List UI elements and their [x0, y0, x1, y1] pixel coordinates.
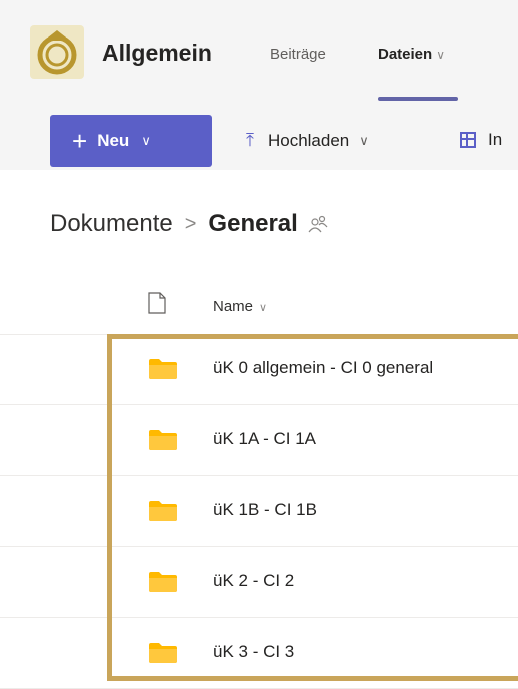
tab-posts[interactable]: Beiträge: [270, 46, 326, 63]
folder-icon: [149, 643, 177, 663]
column-header-name-label: Name: [213, 298, 254, 315]
chevron-down-icon: ∨: [359, 132, 369, 148]
breadcrumb-current: General: [208, 210, 298, 237]
list-item-name[interactable]: üK 3 - CI 3: [213, 642, 294, 662]
breadcrumb-root[interactable]: Dokumente: [50, 210, 173, 238]
list-header: Name ∨: [0, 278, 518, 335]
active-tab-indicator: [378, 97, 458, 101]
folder-icon: [149, 572, 177, 592]
new-button-label: Neu: [97, 131, 130, 150]
plus-icon: +: [72, 126, 88, 156]
upload-arrow-icon: ⤒: [246, 130, 254, 150]
table-grid-icon: [460, 132, 476, 148]
list-item-name[interactable]: üK 2 - CI 2: [213, 571, 294, 591]
upload-button[interactable]: ⤒ Hochladen ∨: [246, 130, 369, 151]
list-item[interactable]: üK 2 - CI 2: [0, 547, 518, 618]
integrate-button-label: In: [488, 130, 503, 149]
breadcrumb-separator: >: [184, 212, 197, 235]
command-bar: + Neu ∨ ⤒ Hochladen ∨ In: [0, 102, 518, 170]
tab-files[interactable]: Dateien ∨: [378, 46, 445, 63]
chevron-down-icon: ∨: [141, 133, 151, 148]
column-header-name[interactable]: Name ∨: [213, 298, 267, 315]
integrate-button[interactable]: In: [460, 130, 502, 150]
team-logo-ring-icon: [30, 25, 84, 79]
list-item[interactable]: üK 0 allgemein - CI 0 general: [0, 334, 518, 405]
chevron-down-icon[interactable]: ∨: [436, 48, 445, 62]
upload-button-label: Hochladen: [267, 130, 350, 150]
people-icon[interactable]: [308, 215, 328, 233]
new-button[interactable]: + Neu ∨: [50, 115, 212, 167]
list-item[interactable]: üK 3 - CI 3: [0, 618, 518, 689]
channel-header: Allgemein Beiträge Dateien ∨: [0, 0, 518, 103]
tab-files-label: Dateien: [378, 46, 433, 63]
list-item[interactable]: üK 1B - CI 1B: [0, 476, 518, 547]
team-name: Allgemein: [102, 40, 212, 66]
list-item[interactable]: üK 1A - CI 1A: [0, 405, 518, 476]
more-tabs-icon[interactable]: [508, 46, 518, 62]
folder-icon: [149, 501, 177, 521]
document-icon[interactable]: [148, 292, 166, 314]
folder-icon: [149, 359, 177, 379]
list-item-name[interactable]: üK 1B - CI 1B: [213, 500, 317, 520]
list-item-name[interactable]: üK 1A - CI 1A: [213, 429, 316, 449]
chevron-down-icon: ∨: [259, 302, 268, 314]
folder-icon: [149, 430, 177, 450]
list-item-name[interactable]: üK 0 allgemein - CI 0 general: [213, 358, 433, 378]
breadcrumb: Dokumente > General: [50, 210, 328, 238]
